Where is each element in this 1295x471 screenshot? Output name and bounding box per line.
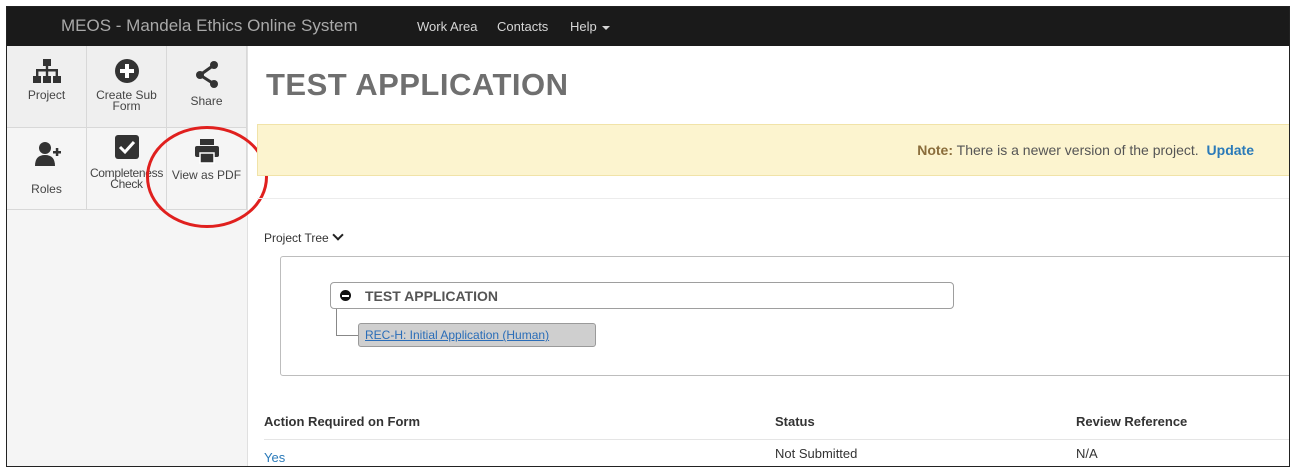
- nav-contacts[interactable]: Contacts: [497, 19, 548, 34]
- tree-child-link[interactable]: REC-H: Initial Application (Human): [365, 328, 549, 342]
- divider: [257, 198, 1289, 199]
- print-icon: [167, 138, 246, 166]
- brand-title[interactable]: MEOS - Mandela Ethics Online System: [61, 16, 358, 36]
- tree-root-node[interactable]: TEST APPLICATION: [330, 282, 954, 309]
- nav-help[interactable]: Help: [570, 19, 610, 34]
- project-label: Project: [27, 88, 66, 102]
- action-required-link[interactable]: Yes: [264, 450, 285, 465]
- main-content: TEST APPLICATION Note: There is a newer …: [248, 46, 1289, 466]
- view-as-pdf-label: View as PDF: [171, 168, 242, 182]
- add-user-icon: [7, 140, 86, 168]
- app-window: MEOS - Mandela Ethics Online System Work…: [6, 6, 1290, 467]
- completeness-check-button[interactable]: Completeness Check: [87, 128, 167, 210]
- roles-label: Roles: [31, 182, 62, 196]
- view-as-pdf-button[interactable]: View as PDF: [167, 128, 247, 210]
- notice-message: There is a newer version of the project.: [956, 142, 1199, 158]
- create-sub-form-label: Create Sub Form: [96, 88, 157, 113]
- table-row: Yes Not Submitted N/A: [264, 439, 1289, 466]
- project-tree-panel: TEST APPLICATION REC-H: Initial Applicat…: [280, 256, 1289, 376]
- share-label: Share: [190, 94, 223, 108]
- update-link[interactable]: Update: [1207, 142, 1254, 158]
- page-title: TEST APPLICATION: [266, 67, 569, 102]
- collapse-icon[interactable]: [340, 290, 351, 301]
- nav-help-label: Help: [570, 19, 597, 34]
- nav-work-area[interactable]: Work Area: [417, 19, 477, 34]
- tree-child-node[interactable]: REC-H: Initial Application (Human): [358, 323, 596, 347]
- roles-button[interactable]: Roles: [7, 128, 87, 210]
- project-button[interactable]: Project: [7, 46, 87, 128]
- tree-connector: [336, 309, 359, 336]
- project-tree-toggle[interactable]: Project Tree: [264, 229, 344, 245]
- plus-circle-icon: [87, 58, 166, 86]
- update-notice: Note: There is a newer version of the pr…: [257, 124, 1289, 176]
- completeness-check-label: Completeness Check: [89, 166, 164, 191]
- chevron-down-icon: [332, 229, 344, 241]
- share-icon: [167, 58, 246, 88]
- notice-prefix: Note:: [917, 142, 953, 158]
- notice-text: Note: There is a newer version of the pr…: [917, 142, 1254, 158]
- sitemap-icon: [7, 58, 86, 86]
- status-value: Not Submitted: [775, 446, 858, 461]
- header-review-reference: Review Reference: [1076, 414, 1188, 429]
- caret-down-icon: [601, 25, 610, 30]
- tool-sidebar: Project Create Sub Form Share Roles Comp…: [7, 46, 248, 466]
- checkbox-icon: [87, 134, 166, 162]
- tree-root-label: TEST APPLICATION: [365, 288, 498, 304]
- table-header: Action Required on Form Status Review Re…: [264, 408, 1289, 434]
- create-sub-form-button[interactable]: Create Sub Form: [87, 46, 167, 128]
- header-status: Status: [775, 414, 815, 429]
- review-reference-value: N/A: [1076, 446, 1098, 461]
- share-button[interactable]: Share: [167, 46, 247, 128]
- top-navbar: MEOS - Mandela Ethics Online System Work…: [7, 7, 1289, 46]
- project-tree-label: Project Tree: [264, 231, 329, 245]
- header-action-required: Action Required on Form: [264, 414, 420, 429]
